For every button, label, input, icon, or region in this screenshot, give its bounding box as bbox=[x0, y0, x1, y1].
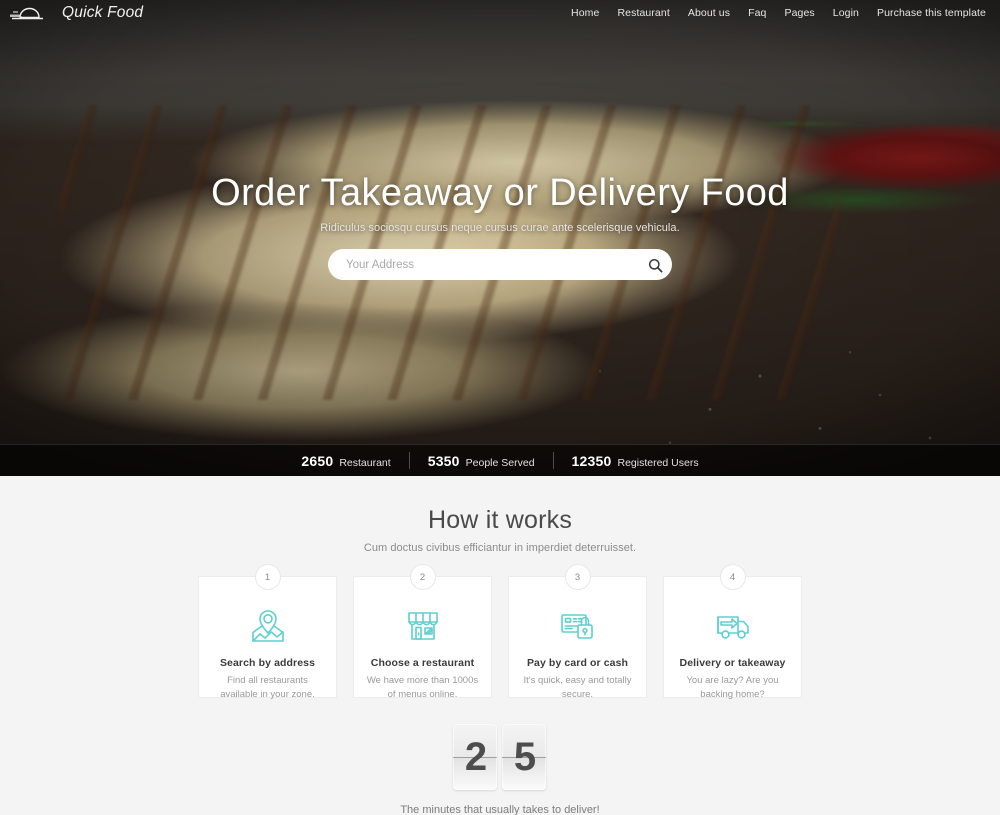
top-navbar: Quick Food Home Restaurant About us Faq … bbox=[0, 0, 1000, 26]
delivery-truck-icon bbox=[716, 616, 749, 639]
storefront-icon bbox=[407, 612, 438, 640]
step-description: You are lazy? Are you backing home? bbox=[686, 675, 779, 701]
hero-title: Order Takeaway or Delivery Food bbox=[211, 172, 789, 214]
stat-number: 2650 bbox=[301, 452, 334, 469]
stat-restaurant: 2650 Restaurant bbox=[283, 453, 408, 469]
nav-item-faq[interactable]: Faq bbox=[748, 7, 766, 19]
stat-number: 5350 bbox=[427, 452, 460, 469]
nav-item-purchase-this-template[interactable]: Purchase this template bbox=[877, 7, 986, 19]
step-description: We have more than 1000s of menus online. bbox=[366, 675, 479, 701]
address-search-bar bbox=[328, 249, 672, 280]
stat-label: Restaurant bbox=[339, 456, 391, 469]
search-icon bbox=[648, 258, 663, 273]
step-badge: 3 bbox=[564, 564, 591, 590]
step-description: Find all restaurants available in your z… bbox=[220, 675, 315, 701]
stat-number: 12350 bbox=[571, 452, 612, 469]
step-title: Choose a restaurant bbox=[370, 657, 475, 669]
nav-item-pages[interactable]: Pages bbox=[785, 7, 815, 19]
stat-people-served: 5350 People Served bbox=[410, 453, 553, 469]
delivery-time-counter: 2 5 The minutes that usually takes to de… bbox=[400, 724, 600, 815]
step-card-pay-by-card-or-cash[interactable]: 3 Pay by card or cash It's quick, easy a… bbox=[508, 564, 647, 700]
step-description: It's quick, easy and totally secure. bbox=[523, 675, 632, 701]
hero-content: Order Takeaway or Delivery Food Ridiculu… bbox=[0, 172, 1000, 280]
step-badge: 4 bbox=[719, 564, 746, 590]
hero-subtitle: Ridiculus sociosqu cursus neque cursus c… bbox=[320, 222, 680, 234]
nav-item-restaurant[interactable]: Restaurant bbox=[617, 7, 669, 19]
step-icon-wrap bbox=[247, 605, 289, 647]
step-badge: 2 bbox=[409, 564, 436, 590]
step-icon-wrap bbox=[712, 605, 754, 647]
stat-label: People Served bbox=[465, 456, 535, 469]
stat-registered-users: 12350 Registered Users bbox=[554, 453, 717, 469]
step-icon-wrap bbox=[402, 605, 444, 647]
map-pin-icon bbox=[251, 610, 284, 642]
hero-section: Quick Food Home Restaurant About us Faq … bbox=[0, 0, 1000, 476]
flip-tile-ones: 5 bbox=[502, 724, 547, 790]
step-card-choose-a-restaurant[interactable]: 2 Choose a restaurant We have more than … bbox=[353, 564, 492, 700]
address-search-input[interactable] bbox=[328, 249, 672, 280]
step-card-search-by-address[interactable]: 1 Search by address Find all restaurants… bbox=[198, 564, 337, 700]
steps-card-grid: 1 Search by address Find all restaurants… bbox=[198, 564, 802, 700]
step-icon-wrap bbox=[557, 605, 599, 647]
section-subtitle: Cum doctus civibus efficiantur in imperd… bbox=[363, 542, 637, 554]
counter-caption: The minutes that usually takes to delive… bbox=[400, 804, 600, 815]
nav-item-login[interactable]: Login bbox=[833, 7, 859, 19]
card-lock-icon bbox=[560, 614, 593, 639]
nav-item-about-us[interactable]: About us bbox=[688, 7, 730, 19]
flip-digit: 2 bbox=[464, 735, 487, 779]
brand-logo[interactable]: Quick Food bbox=[10, 3, 143, 23]
food-dome-logo-icon bbox=[10, 7, 43, 20]
step-badge: 1 bbox=[254, 564, 281, 590]
step-title: Search by address bbox=[219, 657, 316, 669]
section-title: How it works bbox=[427, 506, 573, 534]
flip-counter: 2 5 bbox=[453, 724, 547, 790]
how-it-works-section: How it works Cum doctus civibus effician… bbox=[0, 476, 1000, 815]
nav-item-home[interactable]: Home bbox=[571, 7, 599, 19]
search-button[interactable] bbox=[642, 252, 668, 278]
nav-links: Home Restaurant About us Faq Pages Login… bbox=[571, 7, 986, 19]
stat-label: Registered Users bbox=[617, 456, 699, 469]
stats-bar: 2650 Restaurant 5350 People Served 12350… bbox=[0, 444, 1000, 476]
step-card-delivery-or-takeaway[interactable]: 4 Delivery or takeaway You are lazy? Are… bbox=[663, 564, 802, 700]
step-title: Delivery or takeaway bbox=[679, 657, 786, 669]
flip-digit: 5 bbox=[513, 735, 536, 779]
brand-name: Quick Food bbox=[62, 4, 144, 21]
step-title: Pay by card or cash bbox=[526, 657, 629, 669]
flip-tile-tens: 2 bbox=[453, 724, 498, 790]
